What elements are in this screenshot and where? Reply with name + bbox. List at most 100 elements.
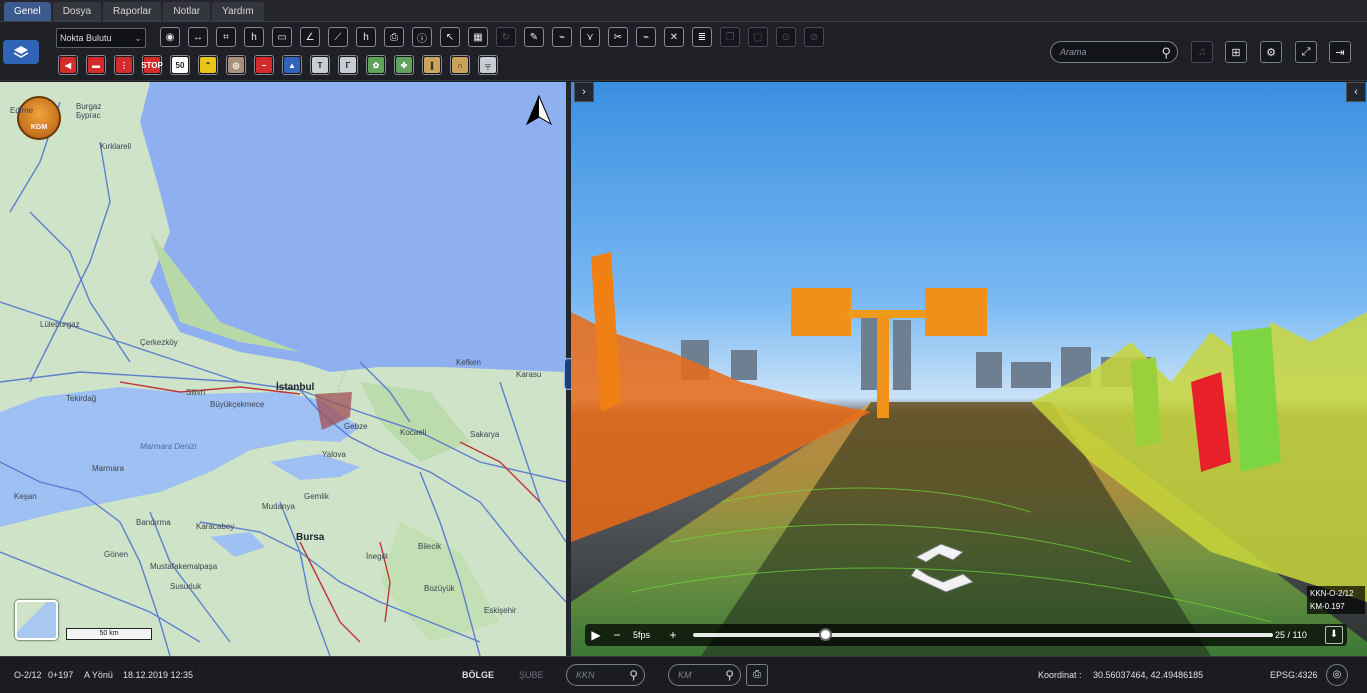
grid-button[interactable]: ▦ bbox=[468, 27, 488, 47]
tree-button[interactable]: ✿ bbox=[366, 55, 386, 75]
logout-button[interactable]: ⇥ bbox=[1329, 41, 1351, 63]
angle-button[interactable]: ∠ bbox=[300, 27, 320, 47]
roundabout-sign-button[interactable]: ◎ bbox=[226, 55, 246, 75]
copy-icon: ❐ bbox=[725, 31, 735, 43]
delete-button[interactable]: ✕ bbox=[664, 27, 684, 47]
height-button[interactable]: h bbox=[244, 27, 264, 47]
map-label: Burgaz Бургас bbox=[76, 102, 102, 120]
info-sign-button[interactable]: ▲ bbox=[282, 55, 302, 75]
edit-button[interactable]: ✎ bbox=[524, 27, 544, 47]
speed-down-button[interactable]: − bbox=[609, 624, 625, 646]
map-label: Kefken bbox=[456, 358, 481, 367]
slope-button[interactable]: ⟋ bbox=[328, 27, 348, 47]
bell-button[interactable]: ♫ bbox=[1191, 41, 1213, 63]
map-view[interactable]: KGM Burgaz Бургас Kırklareli Edirne Lülebur… bbox=[0, 82, 566, 656]
no-entry-icon: − bbox=[256, 57, 272, 73]
search-input[interactable]: Arama bbox=[1060, 47, 1087, 57]
road-button[interactable]: ∥ bbox=[422, 55, 442, 75]
km-search-box[interactable]: KM ⚲ bbox=[668, 664, 741, 686]
status-bar: O-2/12 0+197 A Yönü 18.12.2019 12:35 BÖL… bbox=[0, 656, 1367, 693]
tab-yardim[interactable]: Yardım bbox=[212, 2, 264, 21]
split-button[interactable]: ⋎ bbox=[580, 27, 600, 47]
download-button[interactable]: ⬇ bbox=[1325, 626, 1343, 644]
logout-icon: ⇥ bbox=[1335, 46, 1345, 59]
gear-icon: ⚙ bbox=[1266, 46, 1276, 59]
info-button[interactable]: ⓘ bbox=[412, 27, 432, 47]
barrier-sign-button[interactable]: ▬ bbox=[86, 55, 106, 75]
map-label: Lüleburgaz bbox=[40, 320, 80, 329]
km-input[interactable]: KM bbox=[678, 670, 692, 680]
app-window: Genel Dosya Raporlar Notlar Yardım Nokta… bbox=[0, 0, 1367, 693]
kkn-input[interactable]: KKN bbox=[576, 670, 595, 680]
pointer-button[interactable]: ↖ bbox=[440, 27, 460, 47]
tab-notlar[interactable]: Notlar bbox=[163, 2, 211, 21]
tab-dosya[interactable]: Dosya bbox=[52, 2, 102, 21]
epsg-label: EPSG:4326 bbox=[1270, 670, 1318, 680]
danger-sign-button[interactable]: ⋮ bbox=[114, 55, 134, 75]
trend-button[interactable]: ⌁ bbox=[636, 27, 656, 47]
map-label: Bilecik bbox=[418, 542, 442, 551]
overview-map-button[interactable] bbox=[15, 600, 58, 640]
left-pane-toggle[interactable]: › bbox=[574, 82, 594, 102]
list-button[interactable]: ≣ bbox=[692, 27, 712, 47]
line-chart-icon: ⌁ bbox=[558, 31, 566, 43]
search-icon[interactable]: ⚲ bbox=[629, 665, 638, 685]
profile-button[interactable]: ⌗ bbox=[216, 27, 236, 47]
settings-button[interactable]: ⚙ bbox=[1260, 41, 1282, 63]
frame-slider-handle[interactable] bbox=[818, 628, 832, 641]
link-icon: ⊙ bbox=[781, 31, 791, 43]
marker-button[interactable]: ✂ bbox=[608, 27, 628, 47]
info-icon: ⓘ bbox=[417, 33, 427, 45]
map-label: Mudanya bbox=[262, 502, 295, 511]
print-button[interactable]: ⎙ bbox=[384, 27, 404, 47]
angle-icon: ∠ bbox=[305, 31, 315, 43]
region-filter[interactable]: BÖLGE bbox=[462, 670, 494, 680]
measure-tools-row: ◉ ↔ ⌗ h ▭ ∠ ⟋ h ⎙ ⓘ ↖ ▦ ↻ ✎ ⌁ ⋎ ✂ ⌁ ✕ ≣ ❐ ▢ ⊙ ⊘ bbox=[160, 27, 824, 47]
frame-slider-track[interactable] bbox=[693, 633, 1273, 637]
speed-up-button[interactable]: + bbox=[665, 624, 681, 646]
gantry-button[interactable]: ╤ bbox=[478, 55, 498, 75]
right-pane-toggle[interactable]: ‹ bbox=[1346, 82, 1366, 102]
tab-raporlar[interactable]: Raporlar bbox=[103, 2, 162, 21]
area-button[interactable]: ▭ bbox=[272, 27, 292, 47]
stop-sign-button[interactable]: STOP bbox=[141, 55, 163, 75]
tunnel-button[interactable]: ∩ bbox=[450, 55, 470, 75]
locate-button[interactable]: ◎ bbox=[1326, 664, 1348, 686]
play-button[interactable]: ▶ bbox=[588, 624, 604, 646]
map-label: Karacabey bbox=[196, 522, 235, 531]
gantry-icon: ╤ bbox=[480, 57, 496, 73]
search-icon[interactable]: ⚲ bbox=[725, 665, 734, 685]
no-entry-button[interactable]: − bbox=[254, 55, 274, 75]
chevron-sign-button[interactable]: ⌃ bbox=[198, 55, 218, 75]
layers-button[interactable] bbox=[3, 40, 39, 64]
paste-button[interactable]: ▢ bbox=[748, 27, 768, 47]
layer-select[interactable]: Nokta Bulutu ⌄ bbox=[56, 28, 146, 48]
fullscreen-button[interactable]: ⤢ bbox=[1295, 41, 1317, 63]
point-cloud-view[interactable] bbox=[571, 82, 1367, 656]
rotate-button[interactable]: ↻ bbox=[496, 27, 516, 47]
search-box[interactable]: Arama ⚲ bbox=[1050, 41, 1178, 63]
link-button[interactable]: ⊙ bbox=[776, 27, 796, 47]
kkn-search-box[interactable]: KKN ⚲ bbox=[566, 664, 645, 686]
clearance-icon: h bbox=[363, 31, 369, 43]
lamp-pole-icon: Γ bbox=[340, 57, 356, 73]
distance-button[interactable]: ↔ bbox=[188, 27, 208, 47]
search-icon[interactable]: ⚲ bbox=[1161, 43, 1171, 63]
branch-filter[interactable]: ŞUBE bbox=[519, 670, 544, 680]
map-label: İnegöl bbox=[366, 552, 388, 561]
pole-button[interactable]: T bbox=[310, 55, 330, 75]
bush-button[interactable]: ✤ bbox=[394, 55, 414, 75]
hide-button[interactable]: ◉ bbox=[160, 27, 180, 47]
coordinate-value: 30.56037464, 42.49486185 bbox=[1093, 670, 1204, 680]
lamp-pole-button[interactable]: Γ bbox=[338, 55, 358, 75]
copy-button[interactable]: ❐ bbox=[720, 27, 740, 47]
line-chart-button[interactable]: ⌁ bbox=[552, 27, 572, 47]
clearance-button[interactable]: h bbox=[356, 27, 376, 47]
clear-button[interactable]: ⊘ bbox=[804, 27, 824, 47]
speed-limit-button[interactable]: 50 bbox=[170, 55, 190, 75]
collapse-button[interactable]: ⊞ bbox=[1225, 41, 1247, 63]
print-button[interactable]: ⎙ bbox=[746, 664, 768, 686]
print-icon: ⎙ bbox=[753, 669, 761, 680]
warning-sign-button[interactable]: ◀ bbox=[58, 55, 78, 75]
tab-genel[interactable]: Genel bbox=[4, 2, 51, 21]
